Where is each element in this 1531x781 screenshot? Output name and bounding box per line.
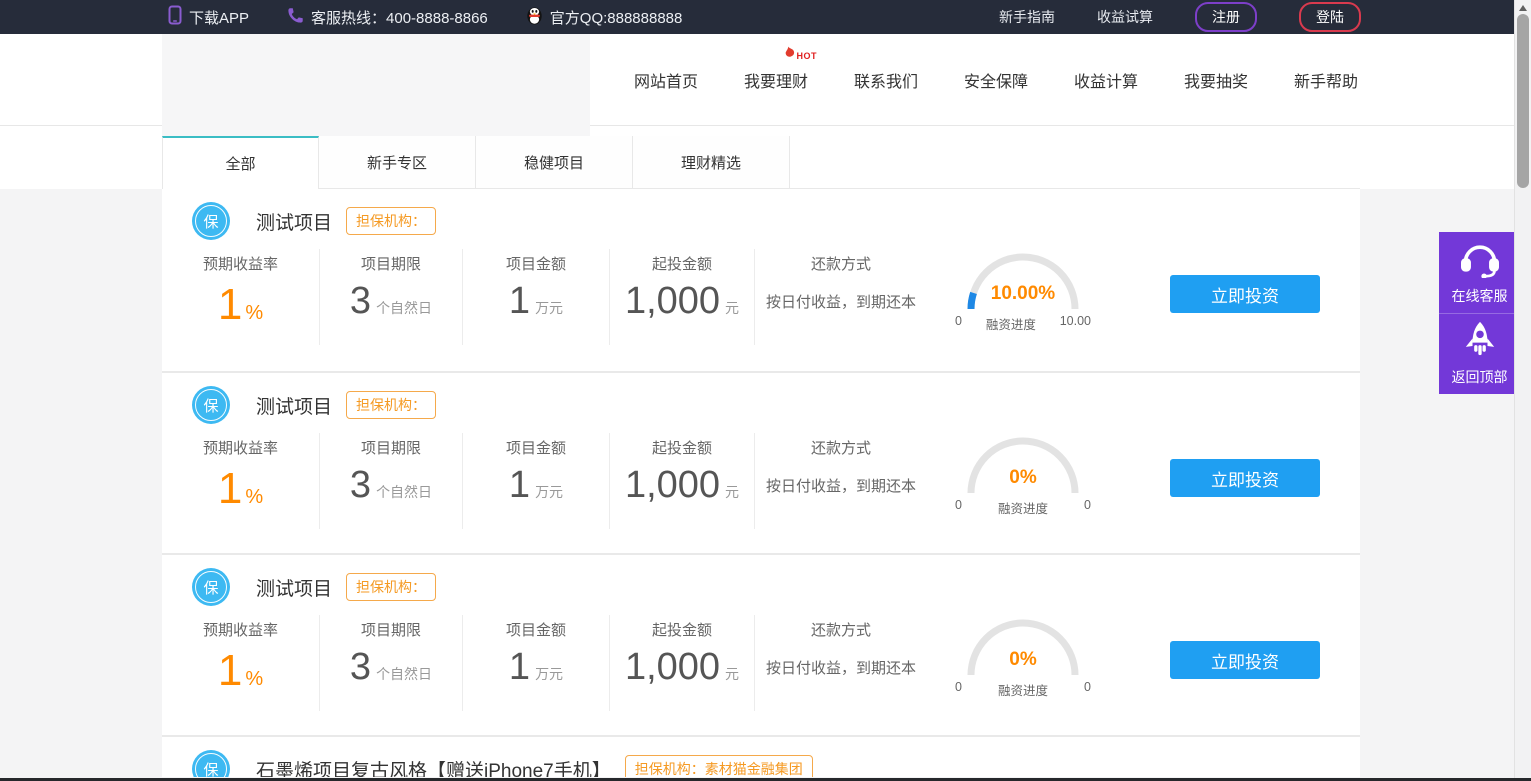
rocket-icon <box>1460 314 1500 367</box>
funding-progress-gauge: 0% 0 融资进度 0 <box>953 615 1093 699</box>
funding-percent: 0% <box>1009 649 1037 670</box>
guarantee-tag: 担保机构： <box>346 573 437 601</box>
qq-penguin-icon <box>526 6 543 29</box>
min-invest-stat: 起投金额 1,000 元 <box>610 433 755 529</box>
invest-now-button[interactable]: 立即投资 <box>1170 275 1320 313</box>
headset-icon <box>1458 232 1502 286</box>
invest-now-button[interactable]: 立即投资 <box>1170 459 1320 497</box>
phone-handset-icon <box>287 7 304 28</box>
expected-return-stat: 预期收益率 1% <box>162 249 320 345</box>
online-service-widget[interactable]: 在线客服 <box>1439 232 1520 313</box>
project-term-stat: 项目期限 3 个自然日 <box>320 433 463 529</box>
top-utility-bar: 下载APP 客服热线：400-8888-8866 官方QQ:888888888 … <box>0 0 1531 34</box>
download-app-label: 下载APP <box>189 9 250 27</box>
min-invest-stat: 起投金额 1,000 元 <box>610 249 755 345</box>
funding-percent: 10.00% <box>990 283 1056 304</box>
newbie-guide-link[interactable]: 新手指南 <box>999 7 1055 27</box>
flame-icon <box>785 46 794 57</box>
guarantee-tag: 担保机构： <box>346 207 437 235</box>
guarantee-badge-icon: 保 <box>192 202 230 240</box>
qq-label: 官方QQ:888888888 <box>549 9 683 27</box>
hot-badge: HOT <box>782 46 818 61</box>
gauge-caption: 融资进度 <box>997 684 1048 698</box>
project-card: 保 石墨烯项目复古风格【赠送iPhone7手机】 担保机构：素材猫金融集团 <box>162 735 1360 777</box>
gauge-max: 10.00 <box>1059 314 1091 328</box>
guarantee-badge-icon: 保 <box>192 750 230 777</box>
guarantee-tag: 担保机构： <box>346 391 437 419</box>
nav-menu: 网站首页 HOT 我要理财 联系我们 安全保障 收益计算 我要抽奖 新手帮助 <box>633 34 1359 126</box>
guarantee-badge-icon: 保 <box>192 568 230 606</box>
funding-percent: 0% <box>1009 467 1037 488</box>
mobile-phone-icon <box>168 5 182 29</box>
scrollbar[interactable] <box>1514 0 1531 781</box>
logo-placeholder <box>162 34 590 136</box>
project-card: 保 测试项目 担保机构： 预期收益率 1% 项目期限 3 个自然日 项目金额 1万… <box>162 553 1360 735</box>
nav-item-invest[interactable]: HOT 我要理财 <box>743 46 817 92</box>
project-title[interactable]: 石墨烯项目复古风格【赠送iPhone7手机】 <box>256 756 611 778</box>
project-title[interactable]: 测试项目 <box>256 392 332 419</box>
nav-item-contact[interactable]: 联系我们 <box>853 68 919 92</box>
nav-item-help[interactable]: 新手帮助 <box>1293 68 1359 92</box>
guarantee-tag: 担保机构：素材猫金融集团 <box>624 755 813 777</box>
tab-newbie-zone[interactable]: 新手专区 <box>319 136 476 189</box>
project-amount-stat: 项目金额 1 万元 <box>463 249 610 345</box>
gauge-caption: 融资进度 <box>997 502 1048 516</box>
project-amount-stat: 项目金额 1 万元 <box>463 433 610 529</box>
tab-all[interactable]: 全部 <box>162 136 319 189</box>
back-to-top-label: 返回顶部 <box>1451 369 1508 385</box>
repayment-method: 还款方式 按日付收益，到期还本 <box>765 440 916 495</box>
online-service-label: 在线客服 <box>1451 288 1508 304</box>
gauge-caption: 融资进度 <box>985 318 1036 332</box>
project-term-stat: 项目期限 3 个自然日 <box>320 249 463 345</box>
login-button[interactable]: 登陆 <box>1299 2 1361 32</box>
download-app-link[interactable]: 下载APP <box>168 5 249 29</box>
hotline-label: 客服热线：400-8888-8866 <box>311 9 488 27</box>
guarantee-badge-icon: 保 <box>192 386 230 424</box>
nav-item-security[interactable]: 安全保障 <box>963 68 1029 92</box>
project-filter-tabs: 全部 新手专区 稳健项目 理财精选 <box>162 136 1360 189</box>
nav-item-lottery[interactable]: 我要抽奖 <box>1183 68 1249 92</box>
nav-item-home[interactable]: 网站首页 <box>633 68 699 92</box>
floating-widgets: 在线客服 返回顶部 <box>1439 232 1520 394</box>
gauge-min: 0 <box>955 498 962 512</box>
gauge-min: 0 <box>955 314 962 328</box>
project-title[interactable]: 测试项目 <box>256 208 332 235</box>
expected-return-stat: 预期收益率 1% <box>162 433 320 529</box>
project-title[interactable]: 测试项目 <box>256 574 332 601</box>
profit-trial-link[interactable]: 收益试算 <box>1097 7 1153 27</box>
project-amount-stat: 项目金额 1 万元 <box>463 615 610 711</box>
funding-progress-gauge: 0% 0 融资进度 0 <box>953 433 1093 517</box>
hotline-link[interactable]: 客服热线：400-8888-8866 <box>287 7 488 28</box>
repayment-method: 还款方式 按日付收益，到期还本 <box>765 622 916 677</box>
invest-now-button[interactable]: 立即投资 <box>1170 641 1320 679</box>
project-card: 保 测试项目 担保机构： 预期收益率 1% 项目期限 3 个自然日 项目金额 1万… <box>162 189 1360 371</box>
gauge-min: 0 <box>955 680 962 694</box>
scrollbar-thumb[interactable] <box>1517 14 1529 188</box>
project-term-stat: 项目期限 3 个自然日 <box>320 615 463 711</box>
tab-stable-projects[interactable]: 稳健项目 <box>476 136 633 189</box>
gauge-max: 0 <box>1084 680 1091 694</box>
expected-return-stat: 预期收益率 1% <box>162 615 320 711</box>
nav-item-calculator[interactable]: 收益计算 <box>1073 68 1139 92</box>
page: 下载APP 客服热线：400-8888-8866 官方QQ:888888888 … <box>0 0 1531 781</box>
register-button[interactable]: 注册 <box>1195 2 1257 32</box>
scroll-up-arrow[interactable] <box>1515 2 1531 14</box>
project-list: 保 测试项目 担保机构： 预期收益率 1% 项目期限 3 个自然日 项目金额 1万… <box>162 189 1360 777</box>
tab-featured[interactable]: 理财精选 <box>633 136 790 189</box>
funding-progress-gauge: 10.00% 0 融资进度 10.00 <box>953 249 1093 333</box>
project-card: 保 测试项目 担保机构： 预期收益率 1% 项目期限 3 个自然日 项目金额 1万… <box>162 371 1360 553</box>
nav-item-invest-label: 我要理财 <box>743 74 808 91</box>
min-invest-stat: 起投金额 1,000 元 <box>610 615 755 711</box>
qq-link[interactable]: 官方QQ:888888888 <box>526 6 683 29</box>
tab-filler <box>790 136 1360 189</box>
repayment-method: 还款方式 按日付收益，到期还本 <box>765 256 916 311</box>
gauge-max: 0 <box>1084 498 1091 512</box>
back-to-top-widget[interactable]: 返回顶部 <box>1439 313 1520 394</box>
